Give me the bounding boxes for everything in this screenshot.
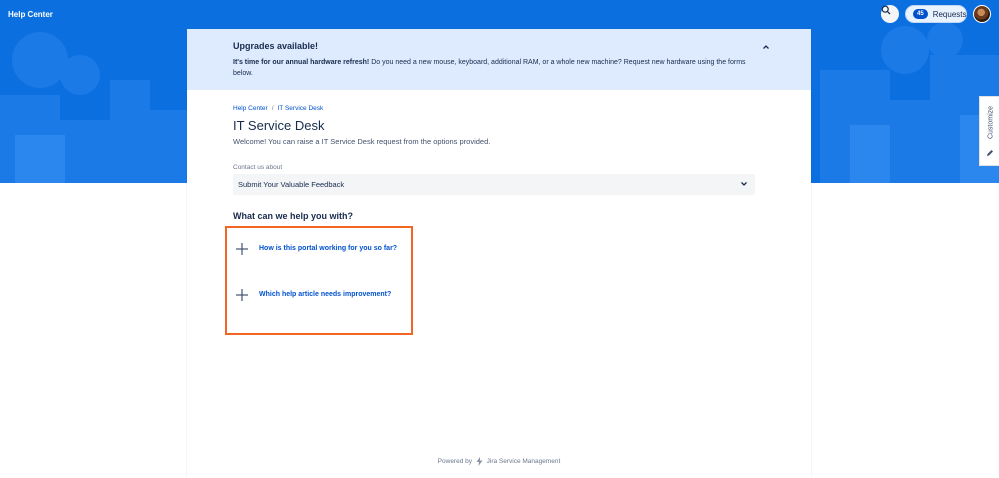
page-title: IT Service Desk [233, 118, 325, 133]
powered-by-text: Powered by [437, 458, 472, 466]
banner-body-bold: It's time for our annual hardware refres… [233, 59, 370, 66]
requests-button[interactable]: 45 Requests [905, 5, 967, 23]
request-option-label: How is this portal working for you so fa… [259, 245, 398, 252]
user-avatar[interactable] [973, 5, 991, 23]
portal-panel: Upgrades available! It's time for our an… [187, 29, 811, 478]
breadcrumb: Help Center / IT Service Desk [233, 105, 323, 112]
plus-icon [236, 243, 248, 255]
banner-body: It's time for our annual hardware refres… [233, 58, 763, 79]
product-name[interactable]: Jira Service Management [487, 458, 561, 465]
chevron-up-icon[interactable] [762, 44, 770, 50]
search-icon [881, 5, 891, 15]
pencil-icon [987, 150, 993, 156]
plus-icon [236, 289, 248, 301]
request-option-label: Which help article needs improvement? [259, 291, 392, 298]
footer: Powered by Jira Service Management [187, 457, 811, 466]
search-button[interactable] [881, 5, 899, 23]
help-center-title[interactable]: Help Center [8, 10, 53, 19]
jira-logo-icon [476, 457, 483, 466]
help-heading: What can we help you with? [233, 211, 354, 221]
chevron-down-icon [741, 182, 747, 186]
request-option[interactable]: Which help article needs improvement? [235, 286, 405, 306]
request-options-list: How is this portal working for you so fa… [225, 226, 413, 335]
contact-label: Contact us about [233, 164, 283, 171]
customize-label: Customize [987, 105, 995, 140]
contact-select[interactable]: Submit Your Valuable Feedback [233, 174, 755, 195]
request-option[interactable]: How is this portal working for you so fa… [235, 240, 405, 260]
breadcrumb-it-service-desk[interactable]: IT Service Desk [278, 105, 324, 112]
welcome-text: Welcome! You can raise a IT Service Desk… [233, 137, 491, 146]
breadcrumb-help-center[interactable]: Help Center [233, 105, 268, 112]
requests-count-badge: 45 [913, 9, 928, 19]
requests-label: Requests [932, 9, 967, 19]
customize-tab[interactable]: Customize [979, 96, 999, 166]
announcement-banner: Upgrades available! It's time for our an… [187, 29, 811, 90]
breadcrumb-separator: / [271, 105, 274, 112]
banner-title: Upgrades available! [233, 41, 319, 51]
contact-selected-value: Submit Your Valuable Feedback [238, 180, 345, 189]
